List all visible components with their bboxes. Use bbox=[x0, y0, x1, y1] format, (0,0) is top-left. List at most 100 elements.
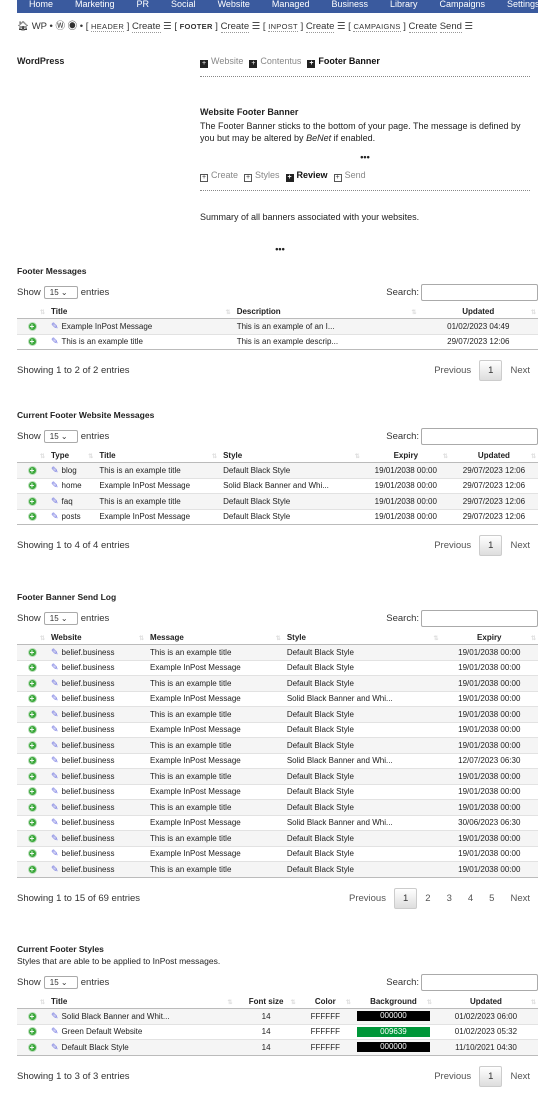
expand-cell[interactable]: + bbox=[17, 508, 47, 525]
plus-circle-icon[interactable]: + bbox=[27, 849, 37, 859]
plus-circle-icon[interactable]: + bbox=[27, 321, 37, 331]
plus-circle-icon[interactable]: + bbox=[27, 740, 37, 750]
expand-cell[interactable]: + bbox=[17, 1039, 47, 1056]
nav-item-website[interactable]: Website bbox=[218, 0, 250, 9]
column-header-color[interactable]: Color bbox=[297, 995, 353, 1009]
nav-item-settings[interactable]: Settings bbox=[507, 0, 540, 9]
row-title-link[interactable]: belief.business bbox=[62, 725, 115, 734]
plus-circle-icon[interactable]: + bbox=[27, 725, 37, 735]
plus-circle-icon[interactable]: + bbox=[27, 647, 37, 657]
row-title-link[interactable]: belief.business bbox=[62, 679, 115, 688]
row-title-link[interactable]: This is an example title bbox=[62, 337, 143, 346]
plus-circle-icon[interactable]: + bbox=[27, 756, 37, 766]
row-title-link[interactable]: Green Default Website bbox=[62, 1027, 143, 1036]
row-title-link[interactable]: blog bbox=[62, 466, 77, 475]
plus-circle-icon[interactable]: + bbox=[27, 709, 37, 719]
page-button[interactable]: 5 bbox=[481, 889, 502, 908]
expand-cell[interactable]: + bbox=[17, 1023, 47, 1040]
list-icon[interactable]: ☰ bbox=[252, 21, 261, 32]
row-title-link[interactable]: belief.business bbox=[62, 772, 115, 781]
column-header-style[interactable]: Style bbox=[282, 631, 441, 645]
plus-circle-icon[interactable]: + bbox=[27, 481, 37, 491]
search-input[interactable] bbox=[421, 428, 538, 445]
crumb-inpost[interactable]: INPOST bbox=[268, 22, 298, 32]
plus-circle-icon[interactable]: + bbox=[27, 864, 37, 874]
plus-circle-icon[interactable]: + bbox=[27, 1011, 37, 1021]
edit-icon[interactable]: ✎ bbox=[51, 802, 59, 812]
expand-cell[interactable]: + bbox=[17, 737, 47, 753]
search-input[interactable] bbox=[421, 284, 538, 301]
tab-website[interactable]: + Website bbox=[200, 56, 243, 68]
edit-icon[interactable]: ✎ bbox=[51, 724, 59, 734]
search-input[interactable] bbox=[421, 974, 538, 991]
column-header-updated[interactable]: Updated bbox=[433, 995, 538, 1009]
campaigns-create-link[interactable]: Create bbox=[408, 21, 438, 33]
list-icon[interactable]: ☰ bbox=[465, 21, 474, 32]
next-button[interactable]: Next bbox=[502, 889, 538, 908]
edit-icon[interactable]: ✎ bbox=[51, 833, 59, 843]
column-header-style[interactable]: Style bbox=[219, 449, 362, 463]
row-title-link[interactable]: Solid Black Banner and Whit... bbox=[62, 1012, 170, 1021]
plus-circle-icon[interactable]: + bbox=[27, 678, 37, 688]
plus-circle-icon[interactable]: + bbox=[27, 771, 37, 781]
previous-button[interactable]: Previous bbox=[426, 361, 479, 380]
page-button[interactable]: 2 bbox=[417, 889, 438, 908]
column-header-updated[interactable]: Updated bbox=[418, 305, 538, 319]
row-title-link[interactable]: faq bbox=[62, 497, 73, 506]
expand-column-header[interactable] bbox=[17, 631, 47, 645]
column-header-message[interactable]: Message bbox=[146, 631, 283, 645]
row-title-link[interactable]: posts bbox=[62, 512, 81, 521]
page-button[interactable]: 1 bbox=[479, 1065, 503, 1087]
column-header-description[interactable]: Description bbox=[232, 305, 419, 319]
edit-icon[interactable]: ✎ bbox=[51, 771, 59, 781]
edit-icon[interactable]: ✎ bbox=[51, 786, 59, 796]
page-button[interactable]: 4 bbox=[460, 889, 481, 908]
edit-icon[interactable]: ✎ bbox=[51, 496, 59, 506]
search-input[interactable] bbox=[421, 610, 538, 627]
nav-item-campaigns[interactable]: Campaigns bbox=[440, 0, 486, 9]
edit-icon[interactable]: ✎ bbox=[51, 817, 59, 827]
edit-icon[interactable]: ✎ bbox=[51, 709, 59, 719]
row-title-link[interactable]: belief.business bbox=[62, 648, 115, 657]
page-button[interactable]: 3 bbox=[439, 889, 460, 908]
tab-styles[interactable]: + Styles bbox=[244, 170, 280, 182]
edit-icon[interactable]: ✎ bbox=[51, 678, 59, 688]
column-header-website[interactable]: Website bbox=[47, 631, 147, 645]
nav-item-home[interactable]: Home bbox=[29, 0, 53, 9]
edit-icon[interactable]: ✎ bbox=[51, 1042, 59, 1052]
edit-icon[interactable]: ✎ bbox=[51, 755, 59, 765]
edit-icon[interactable]: ✎ bbox=[51, 1026, 59, 1036]
previous-button[interactable]: Previous bbox=[341, 889, 394, 908]
row-title-link[interactable]: belief.business bbox=[62, 694, 115, 703]
column-header-title[interactable]: Title bbox=[95, 449, 220, 463]
page-size-select[interactable]: 15 ⌄ bbox=[43, 976, 78, 989]
plus-circle-icon[interactable]: + bbox=[27, 802, 37, 812]
plus-circle-icon[interactable]: + bbox=[27, 465, 37, 475]
expand-cell[interactable]: + bbox=[17, 690, 47, 707]
expand-cell[interactable]: + bbox=[17, 845, 47, 862]
expand-column-header[interactable] bbox=[17, 305, 47, 319]
expand-column-header[interactable] bbox=[17, 995, 47, 1009]
edit-icon[interactable]: ✎ bbox=[51, 1011, 59, 1021]
row-title-link[interactable]: belief.business bbox=[62, 865, 115, 874]
footer-create-link[interactable]: Create bbox=[220, 21, 250, 33]
column-header-font-size[interactable]: Font size bbox=[234, 995, 298, 1009]
next-button[interactable]: Next bbox=[502, 361, 538, 380]
plus-circle-icon[interactable]: + bbox=[27, 663, 37, 673]
previous-button[interactable]: Previous bbox=[426, 536, 479, 555]
edit-icon[interactable]: ✎ bbox=[51, 465, 59, 475]
tab-contentus[interactable]: + Contentus bbox=[249, 56, 301, 68]
next-button[interactable]: Next bbox=[502, 536, 538, 555]
column-header-expiry[interactable]: Expiry bbox=[440, 631, 538, 645]
expand-cell[interactable]: + bbox=[17, 752, 47, 769]
row-title-link[interactable]: belief.business bbox=[62, 710, 115, 719]
column-header-background[interactable]: Background bbox=[352, 995, 434, 1009]
nav-item-marketing[interactable]: Marketing bbox=[75, 0, 115, 9]
nav-item-business[interactable]: Business bbox=[331, 0, 368, 9]
page-button[interactable]: 1 bbox=[479, 360, 503, 381]
column-header-updated[interactable]: Updated bbox=[449, 449, 538, 463]
row-title-link[interactable]: Example InPost Message bbox=[62, 322, 153, 331]
expand-cell[interactable]: + bbox=[17, 861, 47, 878]
edit-icon[interactable]: ✎ bbox=[51, 321, 59, 331]
tab-create[interactable]: + Create bbox=[200, 170, 238, 182]
